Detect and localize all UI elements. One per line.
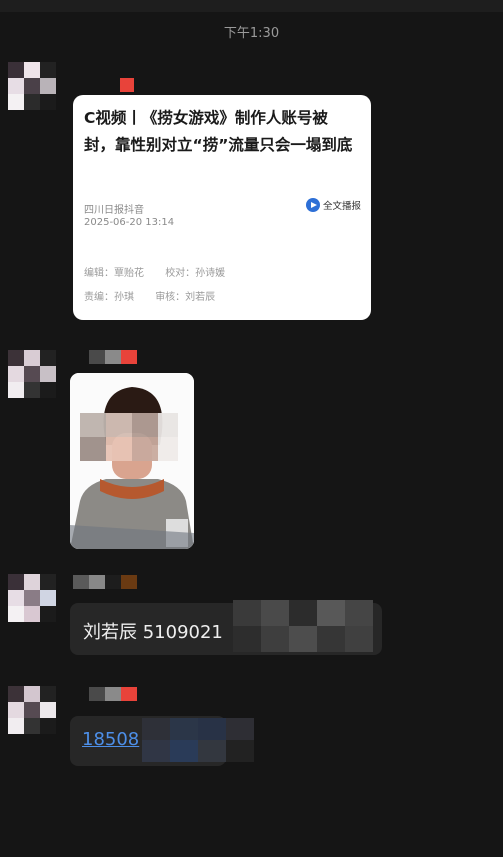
sender-name [73,575,137,589]
avatar[interactable] [8,350,56,398]
article-source: 四川日报抖音 [84,205,144,216]
sender-name [89,350,137,364]
status-time: 下午1:30 [223,26,280,41]
top-strip [0,0,503,12]
responsible-credit: 责编：孙琪 [84,292,134,303]
play-label: 全文播报 [322,201,361,212]
editor-credit: 编辑：覃贻花 [84,268,144,279]
portrait-image [70,373,194,549]
article-credits-row-2: 责编：孙琪 审核：刘若辰 [84,288,233,303]
article-card[interactable]: C视频丨《捞女游戏》制作人账号被封，靠性别对立“捞”流量只会一塌到底 四川日报抖… [73,95,371,320]
article-credits-row-1: 编辑：覃贻花 校对：孙诗媛 [84,264,243,279]
sender-name [89,687,137,701]
avatar[interactable] [8,686,56,734]
proofreader-credit: 校对：孙诗媛 [165,268,226,279]
portrait-photo[interactable] [70,373,194,549]
sender-name [120,78,134,92]
article-date: 2025-06-20 13:14 [84,217,175,228]
avatar[interactable] [8,574,56,622]
avatar[interactable] [8,62,56,110]
message-text: 刘若辰 5109021 [83,622,223,643]
redaction-mosaic [142,718,254,762]
article-title: C视频丨《捞女游戏》制作人账号被封，靠性别对立“捞”流量只会一塌到底 [84,109,353,154]
redaction-mosaic [233,600,373,652]
full-text-play-button[interactable]: 全文播报 [305,198,361,212]
play-icon [305,198,320,212]
reviewer-credit: 审核：刘若辰 [155,292,216,303]
phone-link[interactable]: 18508 [82,729,139,750]
